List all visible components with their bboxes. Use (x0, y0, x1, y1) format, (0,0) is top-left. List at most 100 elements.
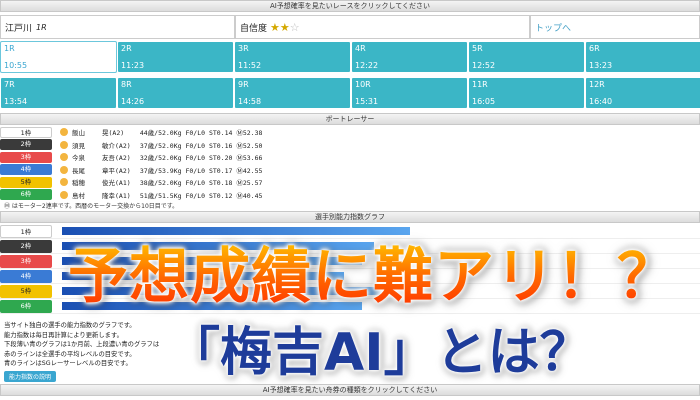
race-button-time: 12:52 (472, 61, 496, 70)
race-button-4r[interactable]: 4R 12:22 (351, 41, 468, 73)
boat-badge: 5枠 (0, 176, 52, 188)
race-button-6r[interactable]: 6R 13:23 (585, 41, 700, 73)
race-button-1r[interactable]: 1R 10:55 (0, 41, 117, 73)
race-button-label: 9R (238, 80, 249, 89)
star-icon: ★ (279, 20, 290, 34)
race-button-label: 3R (238, 44, 249, 53)
race-button-8r[interactable]: 8R 14:26 (117, 77, 234, 109)
boat-badge: 2枠 (0, 239, 52, 253)
race-button-12r[interactable]: 12R 16:40 (585, 77, 700, 109)
boat-badge: 1枠 (0, 126, 52, 138)
racer-class: 隆幸(A1) (102, 191, 131, 200)
race-button-label: 4R (355, 44, 366, 53)
race-button-10r[interactable]: 10R 15:31 (351, 77, 468, 109)
confidence-label: 自信度 (240, 23, 268, 34)
racer-stats: 51歳/51.5Kg F0/L0 ST0.12 Ⓜ40.45 (132, 191, 263, 200)
racer-name[interactable]: 今泉 (72, 152, 102, 162)
racer-face-icon (60, 153, 68, 162)
racer-class: 章平(A2) (102, 166, 131, 175)
race-button-11r[interactable]: 11R 16:05 (468, 77, 585, 109)
racer-face-icon (60, 128, 68, 137)
description-line: 青のラインはSGレーサーレベルの目安です。 (4, 360, 132, 367)
boat-badge: 4枠 (0, 164, 52, 176)
top-link[interactable]: トップへ (530, 15, 700, 39)
ability-bar (62, 227, 410, 235)
description-line: 赤のラインは全選手の平均レベルの目安です。 (4, 350, 136, 358)
graph-section-title: 選手別能力指数グラフ (0, 211, 700, 223)
graph-row: 4枠 (0, 269, 700, 284)
race-button-7r[interactable]: 7R 13:54 (0, 77, 117, 109)
race-button-label: 2R (121, 44, 132, 53)
race-button-time: 15:31 (355, 97, 379, 106)
ability-bar (62, 287, 386, 295)
boat-badge: 5枠 (0, 284, 52, 298)
ability-graph: 1枠 2枠 3枠 4枠 5枠 6枠 (0, 224, 700, 314)
race-button-label: 10R (355, 80, 371, 89)
race-button-time: 14:26 (121, 97, 145, 106)
race-button-time: 11:52 (238, 61, 262, 70)
star-icon: ☆ (289, 20, 300, 34)
race-selector-grid: 1R 10:55 2R 11:23 3R 11:52 4R 12:22 5R 12:52 6R 13:… (0, 41, 700, 109)
ticket-type-banner: AI予想確率を見たい舟券の種類をクリックしてください (0, 384, 700, 396)
ability-bar (62, 242, 374, 250)
racer-row: 6枠 島村 隆幸(A1) 51歳/51.5Kg F0/L0 ST0.12 Ⓜ40.4… (0, 189, 700, 202)
boat-badge: 6枠 (0, 299, 52, 313)
race-button-time: 16:05 (472, 97, 496, 106)
racer-class: 晃(A2) (102, 129, 125, 138)
instruction-banner: AI予想確率を見たいレースをクリックしてください (0, 0, 700, 12)
graph-row: 2枠 (0, 239, 700, 254)
race-button-3r[interactable]: 3R 11:52 (234, 41, 351, 73)
confidence-cell: 自信度 ★★☆ (235, 15, 530, 39)
ability-bar (62, 257, 362, 265)
racer-name[interactable]: 須見 (72, 140, 102, 150)
confidence-stars: ★★☆ (270, 21, 300, 34)
race-button-9r[interactable]: 9R 14:58 (234, 77, 351, 109)
racer-stats: 37歳/52.0Kg F0/L0 ST0.16 Ⓜ52.50 (132, 141, 263, 150)
graph-row: 6枠 (0, 299, 700, 314)
race-button-5r[interactable]: 5R 12:52 (468, 41, 585, 73)
race-button-label: 5R (472, 44, 483, 53)
racer-name[interactable]: 稲穂 (72, 177, 102, 187)
racer-name[interactable]: 島村 (72, 190, 102, 200)
race-button-label: 6R (589, 44, 600, 53)
racer-class: 俊光(A1) (102, 179, 131, 188)
star-icon: ★ (270, 20, 280, 34)
race-button-time: 14:58 (238, 97, 262, 106)
racer-name[interactable]: 飯山 (72, 127, 102, 137)
racer-face-icon (60, 140, 68, 149)
boat-badge: 3枠 (0, 254, 52, 268)
race-button-time: 16:40 (589, 97, 613, 106)
description-line: 当サイト独自の選手の能力指数のグラフです。 (4, 322, 136, 329)
racer-stats: 37歳/53.9Kg F0/L0 ST0.17 Ⓜ42.55 (132, 166, 263, 175)
race-button-label: 11R (472, 80, 488, 89)
race-button-label: 1R (4, 44, 15, 53)
racer-face-icon (60, 178, 68, 187)
racer-stats: 32歳/52.0Kg F0/L0 ST0.20 Ⓜ53.66 (132, 154, 263, 163)
graph-row: 3枠 (0, 254, 700, 269)
racer-row: 1枠 飯山 晃(A2) 44歳/52.0Kg F0/L0 ST0.14 Ⓜ52.38 (0, 126, 700, 139)
race-button-time: 10:55 (4, 61, 28, 70)
ability-explain-button[interactable]: 能力指数の説明 (4, 371, 57, 382)
boat-badge: 6枠 (0, 189, 52, 201)
ability-bar (62, 302, 362, 310)
race-button-time: 11:23 (121, 61, 145, 70)
race-button-time: 13:23 (589, 61, 613, 70)
racer-stats: 44歳/52.0Kg F0/L0 ST0.14 Ⓜ52.38 (132, 129, 263, 138)
race-button-label: 7R (4, 80, 15, 89)
boat-badge: 2枠 (0, 139, 52, 151)
racer-row: 3枠 今泉 友吾(A2) 32歳/52.0Kg F0/L0 ST0.20 Ⓜ53.6… (0, 151, 700, 164)
race-button-2r[interactable]: 2R 11:23 (117, 41, 234, 73)
racer-list: 1枠 飯山 晃(A2) 44歳/52.0Kg F0/L0 ST0.14 Ⓜ52.38… (0, 126, 700, 201)
racer-face-icon (60, 165, 68, 174)
racer-row: 5枠 稲穂 俊光(A1) 38歳/52.0Kg F0/L0 ST0.18 Ⓜ25.5… (0, 176, 700, 189)
boat-badge: 1枠 (0, 224, 52, 238)
racer-class: 敏介(A2) (102, 141, 131, 150)
racer-name[interactable]: 長尾 (72, 165, 102, 175)
race-button-label: 12R (589, 80, 605, 89)
description-line: 下段薄い青のグラフは1か月前、上段濃い青のグラフは (4, 341, 160, 348)
racer-class: 友吾(A2) (102, 154, 131, 163)
racer-stats: 38歳/52.0Kg F0/L0 ST0.18 Ⓜ25.57 (132, 179, 263, 188)
venue-cell: 江戸川 1R (0, 15, 235, 39)
race-button-time: 13:54 (4, 97, 28, 106)
graph-row: 5枠 (0, 284, 700, 299)
